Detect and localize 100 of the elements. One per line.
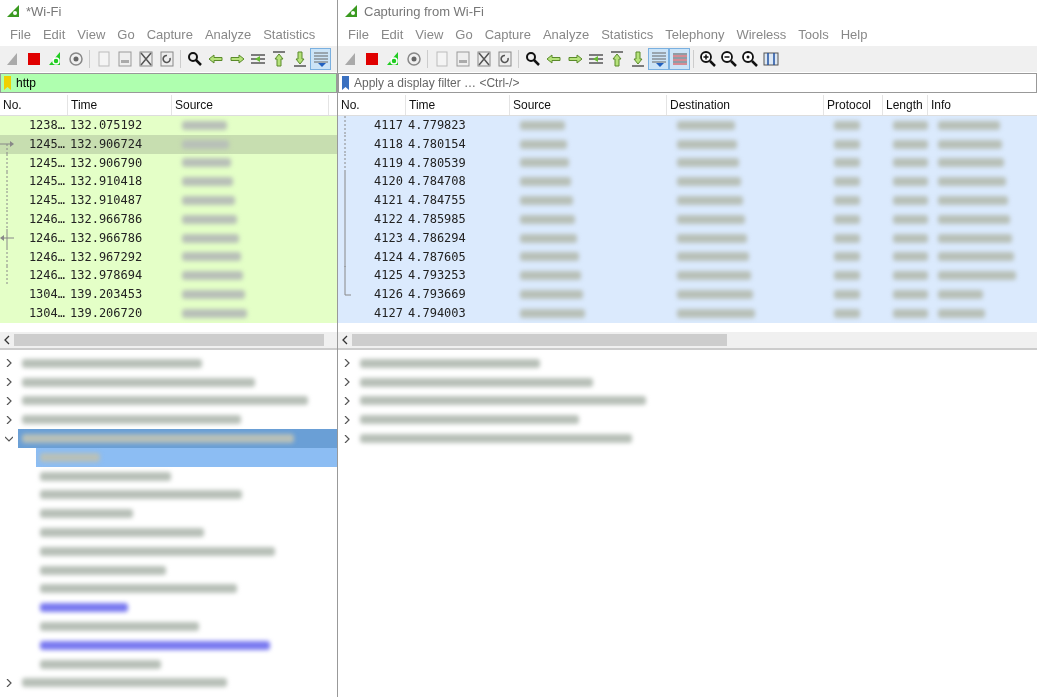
blurred-text <box>520 214 575 224</box>
blurred-text <box>677 120 735 130</box>
packet-row[interactable]: 4126 4.793669 <box>338 285 1037 304</box>
blurred-text <box>520 271 581 281</box>
blurred-text <box>677 214 745 224</box>
menu-item[interactable]: Tools <box>792 26 835 42</box>
blurred-text <box>834 120 860 130</box>
blurred-text <box>834 308 860 318</box>
expander-icon[interactable] <box>343 378 351 387</box>
packet-time: 4.784755 <box>408 192 466 210</box>
menu-item[interactable]: File <box>4 26 37 42</box>
packet-time: 4.780539 <box>408 154 466 172</box>
menu-item[interactable]: Wireless <box>730 26 793 42</box>
blurred-text <box>520 252 579 262</box>
packet-number: 4127 <box>374 304 403 322</box>
blurred-text <box>182 252 241 262</box>
menu-item[interactable]: Statistics <box>595 26 660 42</box>
packet-number: 4121 <box>374 192 403 210</box>
blurred-text <box>182 233 239 243</box>
packet-time: 132.966786 <box>70 229 143 247</box>
blurred-text <box>938 139 1002 149</box>
menu-item[interactable]: Capture <box>140 26 199 42</box>
expander-icon[interactable] <box>343 397 351 405</box>
expander-icon[interactable] <box>5 415 13 424</box>
blurred-text <box>893 214 928 224</box>
expander-icon[interactable] <box>5 378 13 387</box>
blurred-text <box>893 233 928 243</box>
packet-row[interactable]: 4117 4.779823 <box>338 116 1037 135</box>
packet-row[interactable]: 1304… 139.203453 <box>0 285 337 304</box>
column-header[interactable]: Destination <box>667 95 824 115</box>
packet-number: 1245… <box>28 154 65 172</box>
column-header[interactable]: Length <box>883 95 928 115</box>
horizontal-scrollbar[interactable] <box>338 332 1037 350</box>
menu-item[interactable]: Help <box>834 26 874 42</box>
display-filter-bar[interactable]: Apply a display filter … <Ctrl-/> <box>338 73 1037 93</box>
menu-item[interactable]: View <box>71 26 112 42</box>
blurred-text <box>893 196 928 206</box>
display-filter-bar[interactable]: http <box>0 73 337 93</box>
menu-item[interactable]: Edit <box>36 26 72 42</box>
blurred-text <box>893 139 928 149</box>
blurred-text <box>938 214 1010 224</box>
menu-item[interactable]: Go <box>111 26 141 42</box>
expander-icon[interactable] <box>343 359 351 368</box>
menu-item[interactable]: View <box>409 26 450 42</box>
menu-item[interactable]: Analyze <box>198 26 258 42</box>
packet-number: 1246… <box>28 229 65 247</box>
column-header[interactable]: Time <box>406 95 510 115</box>
shark-fin-icon <box>6 4 20 18</box>
blurred-text <box>834 290 860 300</box>
autoscroll-icon[interactable] <box>310 48 331 70</box>
expander-icon[interactable] <box>5 678 13 687</box>
menu-item[interactable]: Analyze <box>536 26 596 42</box>
horizontal-scrollbar[interactable] <box>0 332 337 350</box>
packet-number: 1246… <box>28 248 65 266</box>
blurred-text <box>834 177 860 187</box>
window-title: *Wi-Fi <box>26 3 62 19</box>
packet-number: 4117 <box>374 117 403 134</box>
menu-item[interactable]: Edit <box>374 26 410 42</box>
blurred-text <box>677 158 739 168</box>
column-header[interactable]: Info <box>928 95 1037 115</box>
packet-time: 139.203453 <box>70 286 143 304</box>
blurred-text <box>182 214 237 224</box>
blurred-text <box>677 177 741 187</box>
menu-item[interactable]: File <box>342 26 375 42</box>
menu-item[interactable]: Capture <box>478 26 537 42</box>
packet-time: 4.786294 <box>408 229 466 247</box>
packet-number: 4126 <box>374 286 403 304</box>
menu-item[interactable]: Go <box>449 26 479 42</box>
expander-icon[interactable] <box>5 359 13 368</box>
blurred-text <box>834 139 860 149</box>
blurred-text <box>938 177 1006 187</box>
column-header[interactable]: No. <box>0 95 68 115</box>
blurred-text <box>938 158 1004 168</box>
display-filter-field[interactable]: Apply a display filter … <Ctrl-/> <box>351 75 1036 91</box>
packet-time: 4.787605 <box>408 248 466 266</box>
menu-item[interactable]: Statistics <box>257 26 322 42</box>
expander-icon[interactable] <box>343 415 351 424</box>
autoscroll-icon[interactable] <box>648 48 669 70</box>
column-header[interactable]: Source <box>510 95 667 115</box>
expander-icon[interactable] <box>343 434 351 443</box>
packet-time: 132.910487 <box>70 192 143 210</box>
blurred-text <box>182 158 231 168</box>
blurred-text <box>893 177 928 187</box>
column-header[interactable]: Source <box>172 95 329 115</box>
expander-icon[interactable] <box>5 397 13 405</box>
striped-lines-icon[interactable] <box>669 48 690 70</box>
column-header[interactable]: Protocol <box>824 95 883 115</box>
blurred-text <box>677 252 749 262</box>
column-header[interactable]: Time <box>68 95 172 115</box>
blurred-text <box>520 290 583 300</box>
packet-number: 1246… <box>28 211 65 228</box>
packet-number: 1246… <box>28 267 65 285</box>
column-header[interactable]: No. <box>338 95 406 115</box>
expander-icon[interactable] <box>5 434 13 443</box>
menu-item[interactable]: Telephony <box>659 26 731 42</box>
packet-time: 4.785985 <box>408 211 466 228</box>
packet-time: 132.966786 <box>70 211 143 228</box>
packet-time: 4.784708 <box>408 173 466 191</box>
packet-row[interactable]: 1238… 132.075192 <box>0 116 337 135</box>
packet-time: 132.910418 <box>70 173 143 191</box>
